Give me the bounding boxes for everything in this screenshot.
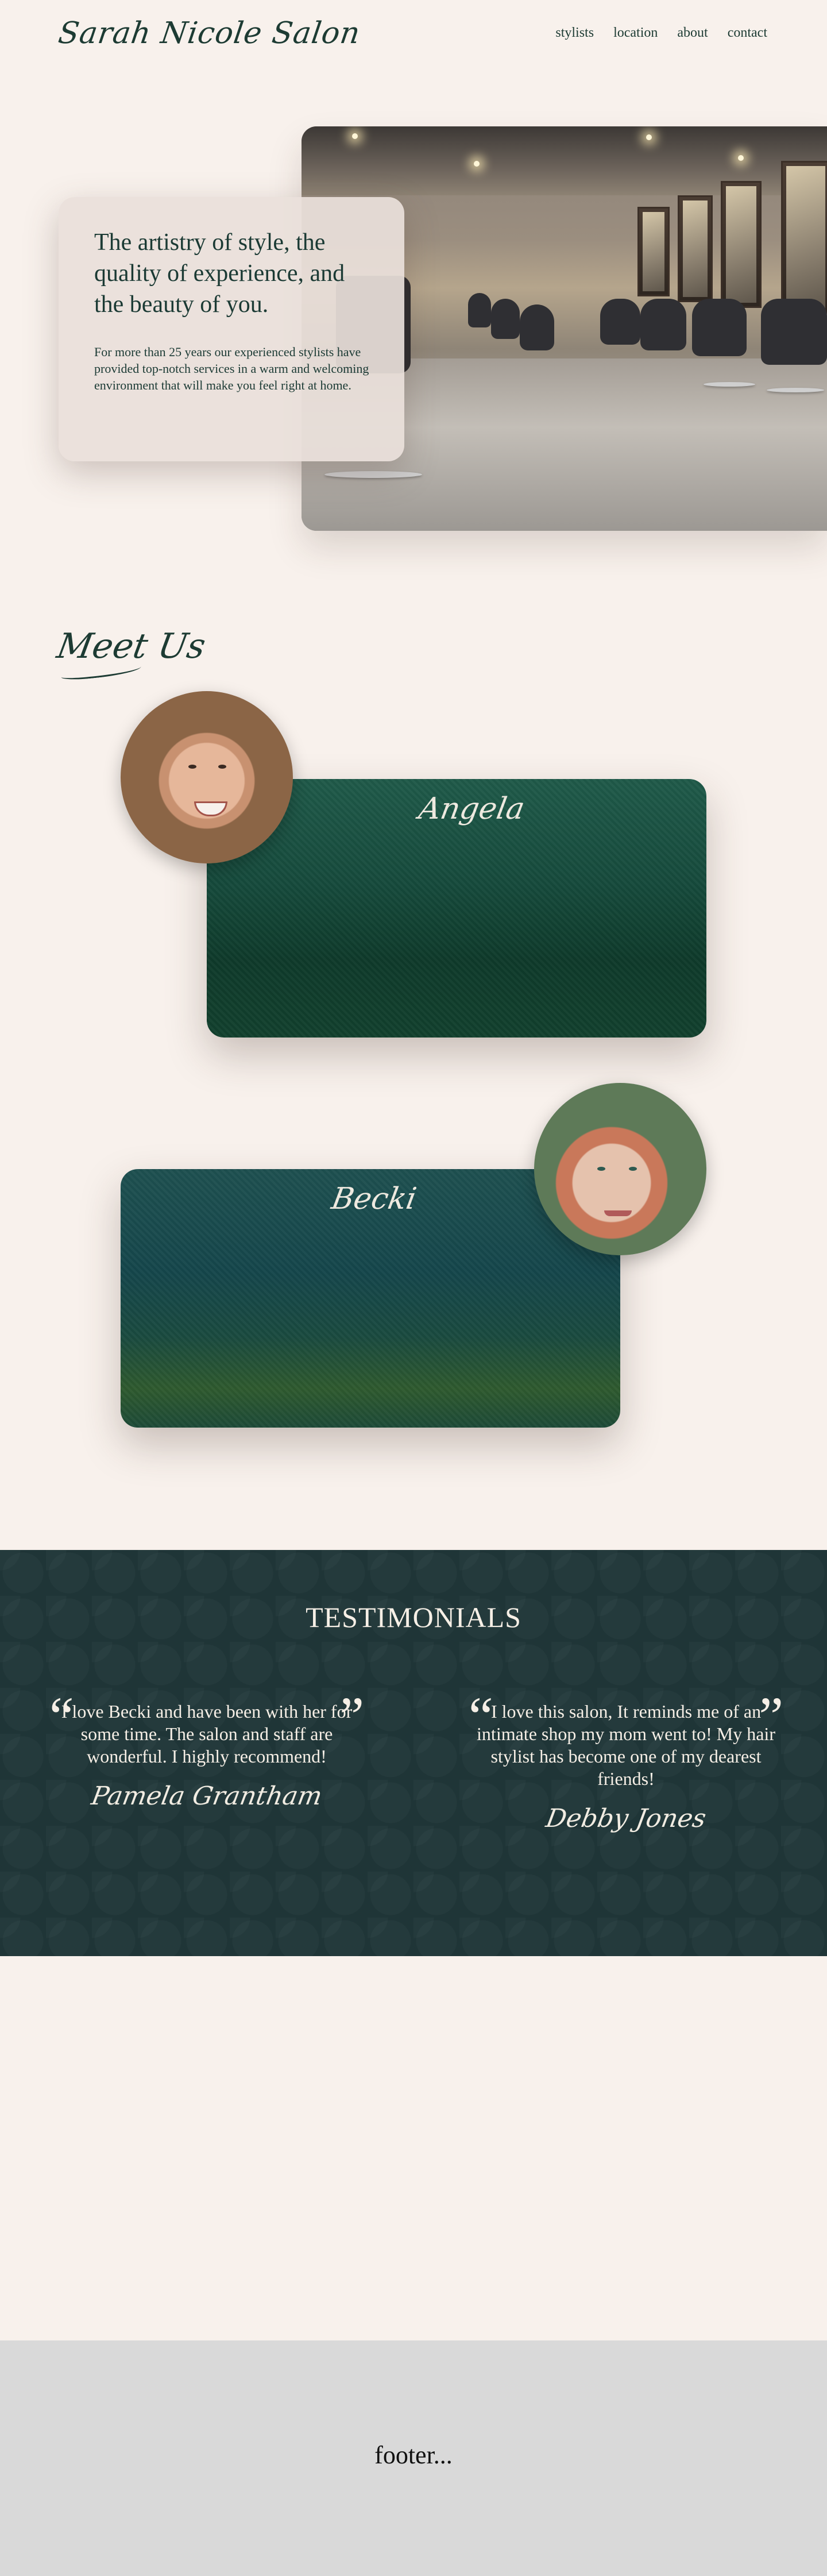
photo-light <box>474 161 480 167</box>
testimonial-item: “ ” I love Becki and have been with her … <box>49 1689 364 1811</box>
testimonial-quote: I love this salon, It reminds me of an i… <box>477 1701 775 1789</box>
photo-chair <box>761 299 827 365</box>
hero-title: The artistry of style, the quality of ex… <box>94 229 345 318</box>
becki-portrait <box>534 1083 706 1255</box>
photo-chair <box>520 304 554 350</box>
nav-about[interactable]: about <box>677 25 708 41</box>
photo-chair <box>491 299 520 339</box>
photo-chair-base <box>704 382 755 387</box>
staff-name: Becki <box>329 1182 419 1216</box>
hero-card: The artistry of style, the quality of ex… <box>59 197 404 461</box>
photo-chair <box>468 293 491 327</box>
site-footer: footer... <box>0 2340 827 2576</box>
main-nav: stylists location about contact <box>555 25 767 41</box>
portrait-mouth <box>604 1210 632 1216</box>
open-quote-icon: “ <box>49 1686 74 1747</box>
portrait-eye <box>629 1167 637 1171</box>
footer-text: footer... <box>374 2441 453 2469</box>
photo-mirror <box>637 207 670 296</box>
portrait-mouth <box>194 801 227 816</box>
hero-description: For more than 25 years our experienced s… <box>94 345 369 392</box>
testimonial-item: “ ” I love this salon, It reminds me of … <box>469 1689 783 1834</box>
portrait-eye <box>188 765 196 769</box>
photo-chair <box>600 299 640 345</box>
close-quote-icon: ” <box>339 1686 364 1747</box>
photo-light <box>352 133 358 139</box>
testimonial-author: Pamela Grantham <box>89 1781 324 1811</box>
photo-chair-base <box>767 388 824 392</box>
portrait-eye <box>597 1167 605 1171</box>
photo-mirror <box>781 161 827 314</box>
nav-location[interactable]: location <box>613 25 658 41</box>
photo-light <box>646 134 652 140</box>
photo-mirror <box>721 181 762 308</box>
testimonial-quote: I love Becki and have been with her for … <box>61 1701 353 1767</box>
testimonials-section: TESTIMONIALS “ ” I love Becki and have b… <box>0 1550 827 1956</box>
photo-chair <box>692 299 747 356</box>
close-quote-icon: ” <box>759 1686 783 1747</box>
portrait-eye <box>218 765 226 769</box>
nav-stylists[interactable]: stylists <box>555 25 594 41</box>
photo-mirror <box>678 195 713 302</box>
open-quote-icon: “ <box>469 1686 493 1747</box>
testimonials-heading: TESTIMONIALS <box>306 1601 521 1633</box>
testimonial-author: Debby Jones <box>543 1804 709 1833</box>
meet-us-heading: Meet Us <box>53 626 209 666</box>
angela-portrait <box>121 691 293 863</box>
nav-contact[interactable]: contact <box>728 25 767 41</box>
photo-chair-base <box>324 471 422 478</box>
site-logo[interactable]: Sarah Nicole Salon <box>56 16 362 51</box>
photo-chair <box>640 299 686 350</box>
photo-light <box>738 155 744 161</box>
staff-name: Angela <box>416 792 528 826</box>
site-header: Sarah Nicole Salon stylists location abo… <box>0 0 827 69</box>
